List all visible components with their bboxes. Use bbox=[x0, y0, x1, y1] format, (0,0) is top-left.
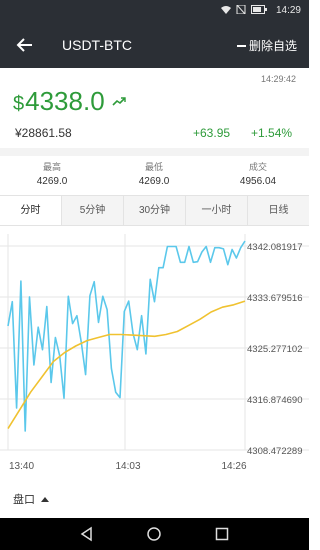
price-change: +63.95 bbox=[193, 126, 231, 140]
stat-label: 成交 bbox=[248, 162, 267, 172]
no-sim-icon bbox=[236, 5, 246, 14]
price-chart[interactable]: 4342.081917 4333.679516 4325.277102 4316.87… bbox=[0, 226, 309, 484]
x-tick-label: 14:03 bbox=[115, 461, 140, 472]
stat-high: 最高 4269.0 bbox=[12, 160, 92, 187]
stat-value: 4956.04 bbox=[239, 176, 277, 187]
interval-tabs: 分时 5分钟 30分钟 一小时 日线 bbox=[0, 195, 309, 226]
stat-label: 最低 bbox=[144, 162, 163, 172]
battery-icon bbox=[251, 5, 267, 14]
average-line bbox=[7, 300, 246, 430]
price-line bbox=[7, 240, 246, 432]
nav-home-icon[interactable] bbox=[146, 526, 162, 542]
stat-volume: 成交 4956.04 bbox=[218, 160, 298, 187]
current-price: $ 4338.0 bbox=[13, 86, 105, 117]
x-tick-label: 13:40 bbox=[9, 461, 34, 472]
system-nav-bar bbox=[0, 518, 309, 550]
stat-value: 4269.0 bbox=[138, 176, 170, 187]
wifi-icon bbox=[221, 6, 231, 14]
cny-price: ¥28861.58 bbox=[15, 126, 72, 140]
tab-1hour[interactable]: 一小时 bbox=[185, 196, 247, 225]
quote-timestamp: 14:29:42 bbox=[260, 74, 296, 84]
chart-grid bbox=[0, 234, 309, 451]
y-tick-label: 4325.277102 bbox=[247, 344, 302, 355]
trend-up-icon bbox=[112, 97, 126, 106]
y-tick-label: 4308.472289 bbox=[247, 446, 302, 457]
price-change-percent: +1.54% bbox=[251, 126, 293, 140]
order-book-toggle[interactable]: 盘口 bbox=[13, 491, 49, 507]
nav-recents-icon[interactable] bbox=[214, 526, 230, 542]
delete-favorite-button[interactable]: 删除自选 bbox=[236, 37, 297, 54]
tab-daily[interactable]: 日线 bbox=[247, 196, 309, 225]
currency-symbol: $ bbox=[13, 93, 25, 115]
stat-value: 4269.0 bbox=[36, 176, 68, 187]
triangle-up-icon bbox=[41, 496, 49, 502]
status-time: 14:29 bbox=[275, 5, 301, 16]
y-tick-label: 4316.874690 bbox=[247, 395, 302, 406]
chart-series bbox=[7, 240, 246, 432]
status-bar: 14:29 bbox=[0, 0, 309, 22]
app-bar: USDT-BTC 删除自选 bbox=[0, 22, 309, 68]
y-tick-label: 4333.679516 bbox=[247, 293, 302, 304]
status-icons bbox=[221, 5, 267, 14]
back-arrow-icon[interactable] bbox=[12, 32, 38, 58]
tab-30min[interactable]: 30分钟 bbox=[123, 196, 185, 225]
nav-back-icon[interactable] bbox=[79, 526, 95, 542]
delete-favorite-label: 删除自选 bbox=[248, 39, 297, 53]
tab-timeshare[interactable]: 分时 bbox=[0, 196, 61, 225]
minus-icon bbox=[236, 44, 246, 47]
divider bbox=[0, 148, 309, 156]
y-tick-label: 4342.081917 bbox=[247, 242, 302, 253]
tab-5min[interactable]: 5分钟 bbox=[61, 196, 123, 225]
x-tick-label: 14:26 bbox=[221, 461, 246, 472]
page-title: USDT-BTC bbox=[62, 37, 132, 53]
stat-label: 最高 bbox=[42, 162, 61, 172]
price-value: 4338.0 bbox=[25, 86, 105, 116]
stat-low: 最低 4269.0 bbox=[114, 160, 194, 187]
order-book-label: 盘口 bbox=[13, 494, 35, 506]
